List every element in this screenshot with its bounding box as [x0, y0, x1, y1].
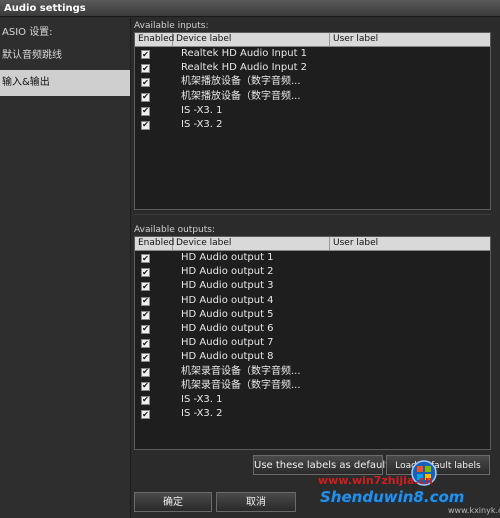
table-row[interactable]: ✔ Realtek HD Audio Input 2 [135, 61, 490, 75]
table-row[interactable]: ✔ 机架播放设备（数字音频... [135, 75, 490, 89]
enabled-checkbox[interactable]: ✔ [141, 367, 150, 377]
section-divider [134, 214, 491, 215]
enabled-checkbox[interactable]: ✔ [141, 296, 150, 306]
watermark-top-text: www.win7zhijia.cn [318, 474, 433, 487]
device-label: IS -X3. 1 [181, 104, 223, 116]
enabled-checkbox[interactable]: ✔ [141, 64, 150, 74]
device-label: Realtek HD Audio Input 1 [181, 48, 308, 59]
column-header-device-label[interactable]: Device label [173, 237, 330, 250]
table-row[interactable]: ✔ IS -X3. 2 [135, 407, 490, 421]
device-label: HD Audio output 6 [181, 322, 274, 334]
column-header-user-label[interactable]: User label [330, 33, 490, 46]
device-label: HD Audio output 1 [181, 252, 274, 263]
table-row[interactable]: ✔ 机架录音设备（数字音频... [135, 379, 490, 393]
column-header-enabled[interactable]: Enabled [135, 237, 174, 250]
column-header-enabled[interactable]: Enabled [135, 33, 174, 46]
ok-button[interactable]: 确定 [134, 492, 212, 512]
device-label: 机架录音设备（数字音频... [181, 379, 301, 391]
inputs-section-label: Available inputs: [134, 21, 209, 31]
watermark: www.win7zhijia.cn Shenduwin8.com www.kxi… [318, 460, 500, 518]
load-default-labels-button[interactable]: Load default labels [386, 455, 490, 475]
table-row[interactable]: ✔ HD Audio output 7 [135, 336, 490, 350]
enabled-checkbox[interactable]: ✔ [141, 50, 150, 59]
device-label: IS -X3. 2 [181, 408, 223, 420]
device-label: IS -X3. 2 [181, 118, 223, 130]
window-title: Audio settings [0, 0, 500, 17]
table-row[interactable]: ✔ HD Audio output 1 [135, 251, 490, 265]
device-label: HD Audio output 5 [181, 308, 274, 320]
enabled-checkbox[interactable]: ✔ [141, 92, 150, 102]
table-row[interactable]: ✔ 机架播放设备（数字音频... [135, 90, 490, 104]
enabled-checkbox[interactable]: ✔ [141, 282, 150, 292]
outputs-section-label: Available outputs: [134, 225, 216, 235]
table-row[interactable]: ✔ 机架录音设备（数字音频... [135, 365, 490, 379]
device-label: Realtek HD Audio Input 2 [181, 62, 308, 74]
watermark-sub-text: www.kxinyk.com [448, 506, 500, 515]
enabled-checkbox[interactable]: ✔ [141, 410, 150, 420]
outputs-table: Enabled Device label User label ✔ HD Audi… [134, 236, 491, 450]
enabled-checkbox[interactable]: ✔ [141, 324, 150, 334]
table-row[interactable]: ✔ HD Audio output 6 [135, 322, 490, 336]
sidebar-item-inputs-outputs[interactable]: 输入&输出 [0, 70, 130, 96]
enabled-checkbox[interactable]: ✔ [141, 395, 150, 405]
table-row[interactable]: ✔ HD Audio output 5 [135, 308, 490, 322]
sidebar-item-default-routing[interactable]: 默认音频跳线 [0, 43, 130, 69]
device-label: IS -X3. 1 [181, 393, 223, 405]
enabled-checkbox[interactable]: ✔ [141, 254, 150, 263]
device-label: HD Audio output 3 [181, 280, 274, 292]
enabled-checkbox[interactable]: ✔ [141, 78, 150, 88]
enabled-checkbox[interactable]: ✔ [141, 339, 150, 349]
device-label: HD Audio output 4 [181, 294, 274, 306]
watermark-main-text: Shenduwin8.com [320, 488, 465, 506]
device-label: 机架播放设备（数字音频... [181, 76, 301, 88]
inputs-table: Enabled Device label User label ✔ Realtek… [134, 32, 491, 210]
table-row[interactable]: ✔ HD Audio output 8 [135, 350, 490, 364]
cancel-button[interactable]: 取消 [216, 492, 296, 512]
enabled-checkbox[interactable]: ✔ [141, 268, 150, 278]
table-row[interactable]: ✔ HD Audio output 3 [135, 279, 490, 293]
table-row[interactable]: ✔ HD Audio output 4 [135, 294, 490, 308]
device-label: HD Audio output 2 [181, 266, 274, 278]
enabled-checkbox[interactable]: ✔ [141, 310, 150, 320]
device-label: 机架录音设备（数字音频... [181, 365, 301, 377]
sidebar: ASIO 设置: 默认音频跳线 输入&输出 [0, 18, 131, 518]
use-labels-as-default-button[interactable]: Use these labels as default [253, 455, 389, 475]
device-label: HD Audio output 8 [181, 351, 274, 363]
device-label: HD Audio output 7 [181, 337, 274, 349]
table-row[interactable]: ✔ HD Audio output 2 [135, 265, 490, 279]
table-row[interactable]: ✔ IS -X3. 1 [135, 104, 490, 118]
table-row[interactable]: ✔ IS -X3. 1 [135, 393, 490, 407]
enabled-checkbox[interactable]: ✔ [141, 106, 150, 116]
device-label: 机架播放设备（数字音频... [181, 90, 301, 102]
column-header-device-label[interactable]: Device label [173, 33, 330, 46]
enabled-checkbox[interactable]: ✔ [141, 353, 150, 363]
table-row[interactable]: ✔ Realtek HD Audio Input 1 [135, 47, 490, 61]
enabled-checkbox[interactable]: ✔ [141, 120, 150, 130]
enabled-checkbox[interactable]: ✔ [141, 381, 150, 391]
column-header-user-label[interactable]: User label [330, 237, 490, 250]
outputs-table-header: Enabled Device label User label [135, 237, 490, 251]
table-row[interactable]: ✔ IS -X3. 2 [135, 118, 490, 132]
inputs-table-header: Enabled Device label User label [135, 33, 490, 47]
